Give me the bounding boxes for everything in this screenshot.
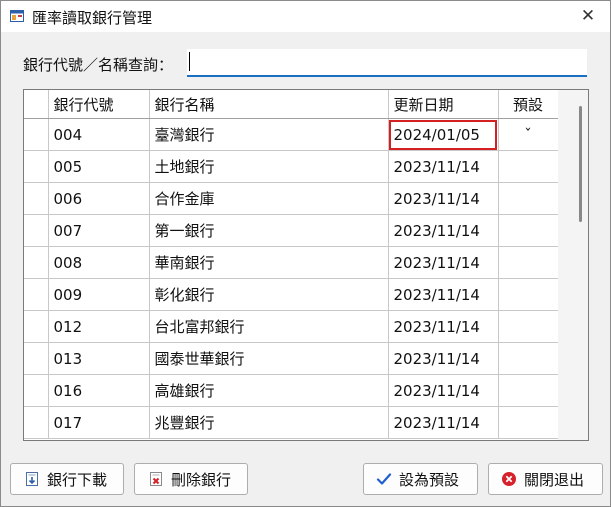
table-row[interactable]: 008 華南銀行 2023/11/14 [24, 246, 559, 279]
set-default-button[interactable]: 設為預設 [363, 463, 478, 495]
scrollbar-thumb[interactable] [579, 106, 582, 222]
bank-code-cell[interactable]: 004 [48, 118, 150, 151]
bank-name-cell[interactable]: 第一銀行 [149, 214, 389, 247]
row-header[interactable] [24, 374, 49, 407]
search-input[interactable] [187, 49, 587, 77]
column-header-code[interactable]: 銀行代號 [48, 90, 150, 119]
bank-code-cell[interactable]: 009 [48, 278, 150, 311]
vertical-scrollbar[interactable] [558, 90, 588, 440]
default-flag-cell[interactable]: ˇ [498, 118, 559, 151]
bank-name-cell[interactable]: 彰化銀行 [149, 278, 389, 311]
update-date-cell[interactable]: 2023/11/14 [388, 310, 499, 343]
table-row[interactable]: 009 彰化銀行 2023/11/14 [24, 278, 559, 311]
close-exit-button[interactable]: 關閉退出 [488, 463, 603, 495]
row-header[interactable] [24, 182, 49, 215]
row-header[interactable] [24, 150, 49, 183]
table-row[interactable]: 016 高雄銀行 2023/11/14 [24, 374, 559, 407]
bank-name-cell[interactable]: 國泰世華銀行 [149, 342, 389, 375]
table-row[interactable]: 007 第一銀行 2023/11/14 [24, 214, 559, 247]
text-caret [189, 52, 190, 71]
row-header-corner [24, 90, 49, 119]
close-button-label: 關閉退出 [524, 470, 585, 489]
update-date-cell[interactable]: 2023/11/14 [388, 214, 499, 247]
column-header-name[interactable]: 銀行名稱 [149, 90, 389, 119]
bank-name-cell[interactable]: 兆豐銀行 [149, 406, 389, 439]
bank-code-cell[interactable]: 017 [48, 406, 150, 439]
table-row[interactable]: 012 台北富邦銀行 2023/11/14 [24, 310, 559, 343]
delete-button-label: 刪除銀行 [171, 470, 232, 489]
table-header-row: 銀行代號 銀行名稱 更新日期 預設 [24, 90, 559, 119]
close-circle-icon [502, 472, 516, 486]
bank-code-cell[interactable]: 013 [48, 342, 150, 375]
delete-bank-button[interactable]: 刪除銀行 [134, 463, 248, 495]
bank-table: 銀行代號 銀行名稱 更新日期 預設 004 臺灣銀行 2024/01/05 ˇ … [24, 90, 559, 439]
bank-code-cell[interactable]: 008 [48, 246, 150, 279]
table-row[interactable]: 017 兆豐銀行 2023/11/14 [24, 406, 559, 439]
row-header[interactable] [24, 310, 49, 343]
default-flag-cell[interactable] [498, 150, 559, 183]
window-app-icon [10, 10, 24, 22]
row-header[interactable] [24, 278, 49, 311]
update-date-cell[interactable]: 2023/11/14 [388, 278, 499, 311]
bank-code-cell[interactable]: 016 [48, 374, 150, 407]
download-doc-icon [26, 472, 38, 486]
row-header[interactable] [24, 118, 49, 151]
window-close-button[interactable]: ✕ [572, 4, 604, 28]
table-row[interactable]: 006 合作金庫 2023/11/14 [24, 182, 559, 215]
default-flag-cell[interactable] [498, 342, 559, 375]
bank-name-cell[interactable]: 土地銀行 [149, 150, 389, 183]
search-label: 銀行代號／名稱查詢： [23, 56, 174, 74]
bank-name-cell[interactable]: 台北富邦銀行 [149, 310, 389, 343]
update-date-cell[interactable]: 2023/11/14 [388, 342, 499, 375]
window-title: 匯率讀取銀行管理 [32, 9, 153, 27]
bank-code-cell[interactable]: 012 [48, 310, 150, 343]
bank-grid[interactable]: 銀行代號 銀行名稱 更新日期 預設 004 臺灣銀行 2024/01/05 ˇ … [23, 89, 589, 441]
bank-name-cell[interactable]: 臺灣銀行 [149, 118, 389, 151]
download-bank-button[interactable]: 銀行下載 [10, 463, 124, 495]
bank-name-cell[interactable]: 華南銀行 [149, 246, 389, 279]
row-header[interactable] [24, 214, 49, 247]
row-header[interactable] [24, 246, 49, 279]
bank-code-cell[interactable]: 006 [48, 182, 150, 215]
bank-code-cell[interactable]: 007 [48, 214, 150, 247]
column-header-date[interactable]: 更新日期 [388, 90, 499, 119]
default-flag-cell[interactable] [498, 246, 559, 279]
update-date-cell[interactable]: 2023/11/14 [388, 374, 499, 407]
row-header[interactable] [24, 406, 49, 439]
default-flag-cell[interactable] [498, 278, 559, 311]
delete-doc-icon [150, 472, 162, 486]
app-window: 匯率讀取銀行管理 ✕ 銀行代號／名稱查詢： 銀行代號 銀行名稱 更新日期 預設 [0, 0, 611, 507]
download-button-label: 銀行下載 [47, 470, 108, 489]
title-bar: 匯率讀取銀行管理 ✕ [1, 1, 610, 32]
default-flag-cell[interactable] [498, 310, 559, 343]
update-date-cell[interactable]: 2023/11/14 [388, 182, 499, 215]
default-flag-cell[interactable] [498, 182, 559, 215]
bank-name-cell[interactable]: 合作金庫 [149, 182, 389, 215]
set-default-button-label: 設為預設 [399, 470, 460, 489]
table-row[interactable]: 013 國泰世華銀行 2023/11/14 [24, 342, 559, 375]
update-date-cell[interactable]: 2023/11/14 [388, 406, 499, 439]
table-row[interactable]: 005 土地銀行 2023/11/14 [24, 150, 559, 183]
bank-name-cell[interactable]: 高雄銀行 [149, 374, 389, 407]
checkmark-icon [376, 473, 392, 485]
update-date-cell[interactable]: 2024/01/05 [388, 118, 499, 151]
update-date-cell[interactable]: 2023/11/14 [388, 246, 499, 279]
update-date-cell[interactable]: 2023/11/14 [388, 150, 499, 183]
default-flag-cell[interactable] [498, 374, 559, 407]
table-row[interactable]: 004 臺灣銀行 2024/01/05 ˇ [24, 118, 559, 151]
column-header-default[interactable]: 預設 [498, 90, 559, 119]
bank-code-cell[interactable]: 005 [48, 150, 150, 183]
row-header[interactable] [24, 342, 49, 375]
default-flag-cell[interactable] [498, 214, 559, 247]
default-flag-cell[interactable] [498, 406, 559, 439]
